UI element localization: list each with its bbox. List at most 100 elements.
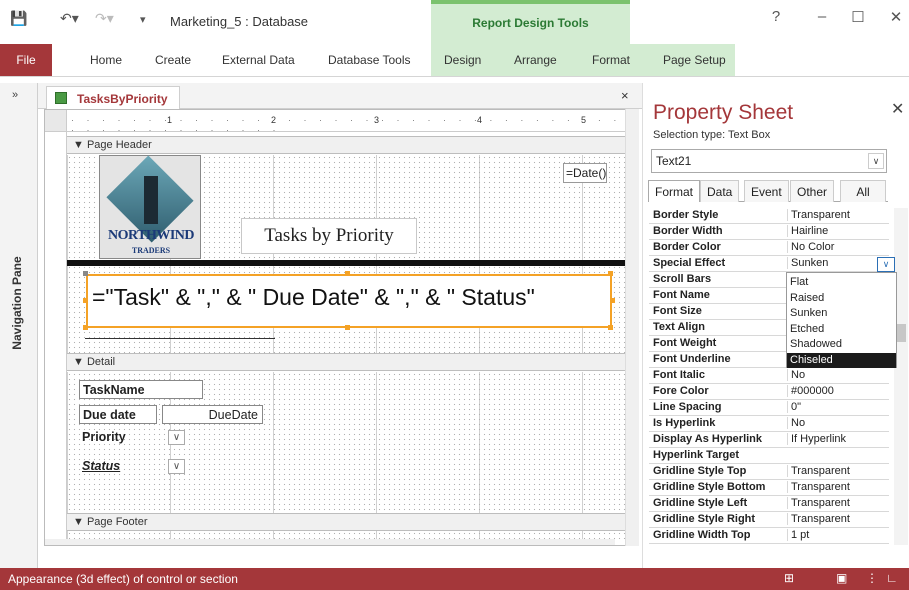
property-value[interactable]: Transparent bbox=[787, 497, 887, 509]
save-icon[interactable]: 💾 bbox=[10, 10, 27, 27]
special-effect-dropdown[interactable]: Flat Raised Sunken Etched Shadowed Chiseled bbox=[786, 272, 897, 368]
minimize-icon[interactable]: – bbox=[812, 8, 832, 25]
due-date-label[interactable]: Due date bbox=[79, 405, 157, 424]
lighthouse-icon bbox=[144, 176, 158, 224]
chevron-down-icon[interactable]: ∨ bbox=[168, 430, 185, 445]
close-document-icon[interactable]: × bbox=[621, 88, 629, 103]
property-row[interactable]: Font Italic No bbox=[649, 368, 889, 384]
property-value[interactable]: Transparent bbox=[787, 513, 887, 525]
tab-file[interactable]: File bbox=[0, 44, 52, 76]
move-handle[interactable] bbox=[83, 271, 88, 276]
detail-bar[interactable]: ▼ Detail bbox=[67, 353, 625, 371]
property-row[interactable]: Hyperlink Target bbox=[649, 448, 889, 464]
date-field[interactable]: =Date() bbox=[563, 163, 607, 183]
navigation-pane[interactable]: » Navigation Pane bbox=[0, 83, 38, 568]
header-rule-line[interactable] bbox=[67, 260, 625, 266]
property-row[interactable]: Gridline Style Top Transparent bbox=[649, 464, 889, 480]
taskname-field[interactable]: TaskName bbox=[79, 380, 203, 399]
document-tab[interactable]: TasksByPriority bbox=[46, 86, 180, 110]
nav-toggle-icon[interactable]: » bbox=[12, 89, 18, 101]
page-footer-bar[interactable]: ▼ Page Footer bbox=[67, 513, 625, 531]
property-value[interactable]: If Hyperlink bbox=[787, 433, 887, 445]
resize-handle[interactable] bbox=[608, 325, 613, 330]
customize-qat-icon[interactable]: ▾ bbox=[140, 13, 146, 26]
report-title-label[interactable]: Tasks by Priority bbox=[241, 218, 417, 254]
resize-handle[interactable] bbox=[83, 325, 88, 330]
resize-handle[interactable] bbox=[610, 298, 615, 303]
maximize-icon[interactable]: ☐ bbox=[848, 8, 868, 26]
property-row[interactable]: Border Width Hairline bbox=[649, 224, 889, 240]
tab-create[interactable]: Create bbox=[155, 53, 191, 67]
property-row[interactable]: Gridline Style Bottom Transparent bbox=[649, 480, 889, 496]
due-date-field[interactable]: DueDate bbox=[162, 405, 263, 424]
tab-event[interactable]: Event bbox=[744, 180, 789, 202]
page-footer-grid[interactable] bbox=[67, 531, 625, 539]
print-preview-icon[interactable]: ▣ bbox=[836, 571, 847, 585]
object-selector[interactable]: Text21 ∨ bbox=[651, 149, 887, 173]
resize-handle[interactable] bbox=[608, 271, 613, 276]
property-row[interactable]: Is Hyperlink No bbox=[649, 416, 889, 432]
property-row[interactable]: Gridline Style Right Transparent bbox=[649, 512, 889, 528]
tab-arrange[interactable]: Arrange bbox=[514, 53, 557, 67]
dropdown-option[interactable]: Chiseled bbox=[787, 352, 896, 368]
property-row[interactable]: Border Color No Color bbox=[649, 240, 889, 256]
undo-icon[interactable]: ↶▾ bbox=[60, 10, 79, 27]
close-icon[interactable]: ✕ bbox=[891, 99, 904, 119]
property-value[interactable]: Transparent bbox=[787, 465, 887, 477]
property-value[interactable]: Transparent bbox=[787, 481, 887, 493]
selected-text-box[interactable]: ="Task" & "," & " Due Date" & "," & " St… bbox=[86, 274, 612, 328]
help-button[interactable]: ? bbox=[766, 8, 786, 25]
header-thin-line[interactable] bbox=[85, 338, 275, 339]
resize-handle[interactable] bbox=[83, 298, 88, 303]
tab-external-data[interactable]: External Data bbox=[222, 53, 295, 67]
property-row[interactable]: Line Spacing 0" bbox=[649, 400, 889, 416]
tab-all[interactable]: All bbox=[840, 180, 886, 202]
property-value[interactable]: Transparent bbox=[787, 209, 887, 221]
property-value[interactable]: Sunken bbox=[787, 257, 887, 269]
dropdown-option[interactable]: Raised bbox=[787, 291, 896, 306]
tab-format[interactable]: Format bbox=[592, 53, 630, 67]
northwind-logo[interactable]: NORTHWIND TRADERS bbox=[99, 155, 201, 259]
resize-handle[interactable] bbox=[345, 271, 350, 276]
dropdown-option[interactable]: Etched bbox=[787, 322, 896, 337]
property-value[interactable]: No bbox=[787, 417, 887, 429]
tab-page-setup[interactable]: Page Setup bbox=[663, 53, 726, 67]
tab-other[interactable]: Other bbox=[790, 180, 835, 202]
close-icon[interactable]: ✕ bbox=[886, 8, 906, 26]
property-row[interactable]: Gridline Style Left Transparent bbox=[649, 496, 889, 512]
tab-database-tools[interactable]: Database Tools bbox=[328, 53, 411, 67]
property-row[interactable]: Special Effect Sunken bbox=[649, 256, 889, 272]
property-value[interactable]: 1 pt bbox=[787, 529, 887, 541]
vertical-scrollbar[interactable] bbox=[625, 109, 639, 546]
property-value[interactable]: #000000 bbox=[787, 385, 887, 397]
dropdown-option[interactable]: Flat bbox=[787, 275, 896, 290]
property-row[interactable]: Border Style Transparent bbox=[649, 208, 889, 224]
chevron-down-icon[interactable]: ∨ bbox=[877, 257, 895, 272]
report-design-surface[interactable]: · · · · · · · · · · · · · · · · · · · · … bbox=[44, 109, 626, 546]
property-row[interactable]: Gridline Width Top 1 pt bbox=[649, 528, 889, 544]
scrollbar-thumb[interactable] bbox=[896, 324, 906, 342]
dropdown-option[interactable]: Shadowed bbox=[787, 337, 896, 352]
property-value[interactable]: 0" bbox=[787, 401, 887, 413]
property-value[interactable]: No bbox=[787, 369, 887, 381]
form-view-icon[interactable]: ⊞ bbox=[784, 571, 794, 585]
property-row[interactable]: Fore Color #000000 bbox=[649, 384, 889, 400]
tab-home[interactable]: Home bbox=[90, 53, 122, 67]
horizontal-scrollbar[interactable] bbox=[45, 539, 615, 545]
design-view-icon[interactable]: ∟ bbox=[886, 571, 898, 585]
page-header-bar[interactable]: ▼ Page Header bbox=[67, 136, 625, 154]
property-value[interactable]: No Color bbox=[787, 241, 887, 253]
property-value[interactable]: Hairline bbox=[787, 225, 887, 237]
tab-format[interactable]: Format bbox=[648, 180, 701, 202]
dropdown-option[interactable]: Sunken bbox=[787, 306, 896, 321]
redo-icon[interactable]: ↷▾ bbox=[95, 10, 114, 27]
chevron-down-icon[interactable]: ∨ bbox=[168, 459, 185, 474]
tab-design[interactable]: Design bbox=[444, 53, 481, 67]
tab-data[interactable]: Data bbox=[700, 180, 740, 202]
chevron-down-icon[interactable]: ∨ bbox=[868, 153, 884, 169]
property-sheet-scrollbar[interactable] bbox=[894, 208, 908, 545]
property-row[interactable]: Display As Hyperlink If Hyperlink bbox=[649, 432, 889, 448]
ruler-corner[interactable] bbox=[45, 110, 67, 132]
layout-view-icon[interactable]: ⋮ bbox=[866, 571, 878, 585]
resize-handle[interactable] bbox=[345, 325, 350, 330]
